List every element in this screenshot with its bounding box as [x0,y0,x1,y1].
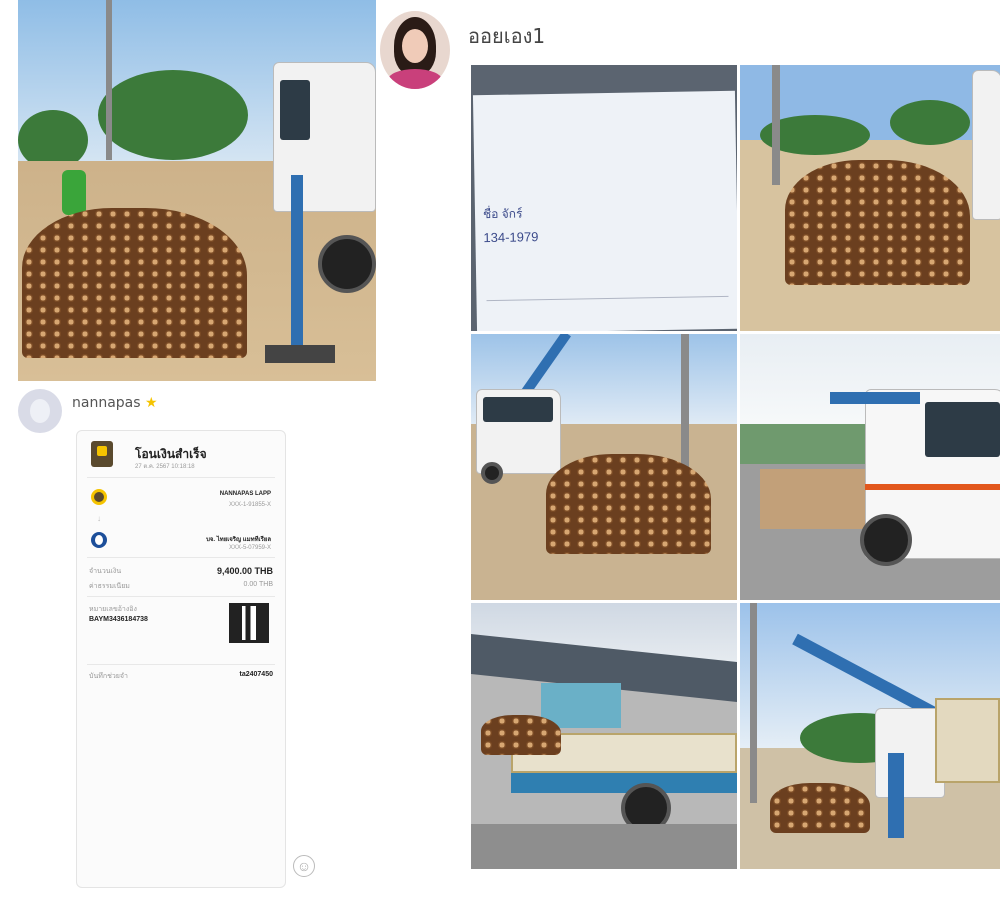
memo-row: บันทึกช่วยจำ ta2407450 [89,671,273,682]
arrow-down-icon: ↓ [97,514,101,523]
truck-bed [935,698,1000,783]
left-top-photo[interactable] [18,0,376,381]
tree [890,100,970,145]
divider [87,557,275,558]
truck-window [925,402,1000,457]
from-name: NANNAPAS LAPP [219,491,271,497]
outrigger-leg [888,753,904,838]
log-pile [546,454,711,554]
avatar-shirt [388,69,442,89]
emoji-icon[interactable]: ☺ [293,855,315,877]
green-fence [740,424,880,464]
fee-value: 0.00 THB [243,581,273,588]
avatar[interactable] [18,389,62,433]
truck-chassis [511,773,737,793]
from-account: XXX-1-91855-X [228,502,271,508]
truck-stripe [865,484,1000,490]
bank-logo-icon [91,441,113,467]
to-bank-icon [91,532,107,548]
truck-wheel [318,235,376,293]
truck-wheel [860,514,912,566]
divider [87,596,275,597]
from-bank-icon [91,489,107,505]
ground [471,824,737,869]
power-pole [106,0,112,160]
divider [87,477,275,478]
avatar-face [402,29,428,63]
username-text: nannapas [72,395,141,411]
tree [98,70,248,160]
bill-rule [486,295,729,302]
worker [62,170,86,215]
grid-photo-flatbed[interactable] [471,603,737,869]
amount-value: 9,400.00 THB [216,566,273,576]
qr-code-icon [229,603,269,643]
power-pole [772,65,780,185]
grid-photo-truck-pile[interactable] [471,334,737,600]
outrigger-pad [265,345,335,363]
receipt-datetime: 27 ต.ค. 2567 10:18:18 [135,464,195,470]
bill-line-1: ชื่อ จักร์ [482,206,523,222]
username[interactable]: ออยเอง1 [468,20,545,52]
ref-value: BAYM3436184738 [89,616,148,623]
amount-label: จำนวนเงิน [89,568,122,575]
to-name: บจ. ไทยเจริญ แมททีเรียล [206,537,271,543]
log-pile [785,160,970,285]
grid-photo-bill[interactable]: ชื่อ จักร์ 134-1979 [471,65,737,331]
bill-paper: ชื่อ จักร์ 134-1979 [472,90,737,331]
outrigger-leg [291,175,303,355]
username[interactable]: nannapas ★ [72,395,158,411]
avatar[interactable] [380,11,450,89]
power-pole [681,334,689,484]
grid-photo-logs[interactable] [740,65,1000,331]
power-pole [750,603,757,803]
truck-cab [972,70,1000,220]
truck-wheel [481,462,503,484]
grid-photo-white-truck[interactable] [740,334,1000,600]
log-pile [22,208,247,358]
crane-boom [830,392,920,404]
star-icon: ★ [145,395,158,411]
amount-row: จำนวนเงิน 9,400.00 THB [89,566,273,577]
to-account: XXX-5-07959-X [228,545,271,551]
fee-row: ค่าธรรมเนียม 0.00 THB [89,581,273,592]
grid-photo-crane[interactable] [740,603,1000,869]
ref-label: หมายเลขอ้างอิง [89,606,137,613]
truck-window [280,80,310,140]
truck-window [483,397,553,422]
memo-label: บันทึกช่วยจำ [89,673,128,680]
bill-line-2: 134-1979 [483,229,539,246]
avatar-face [30,399,50,423]
log-pile [770,783,870,833]
divider [87,664,275,665]
memo-value: ta2407450 [239,671,273,678]
transfer-receipt[interactable]: โอนเงินสำเร็จ 27 ต.ค. 2567 10:18:18 NANN… [76,430,286,888]
fee-label: ค่าธรรมเนียม [89,583,130,590]
log-pile [481,715,561,755]
